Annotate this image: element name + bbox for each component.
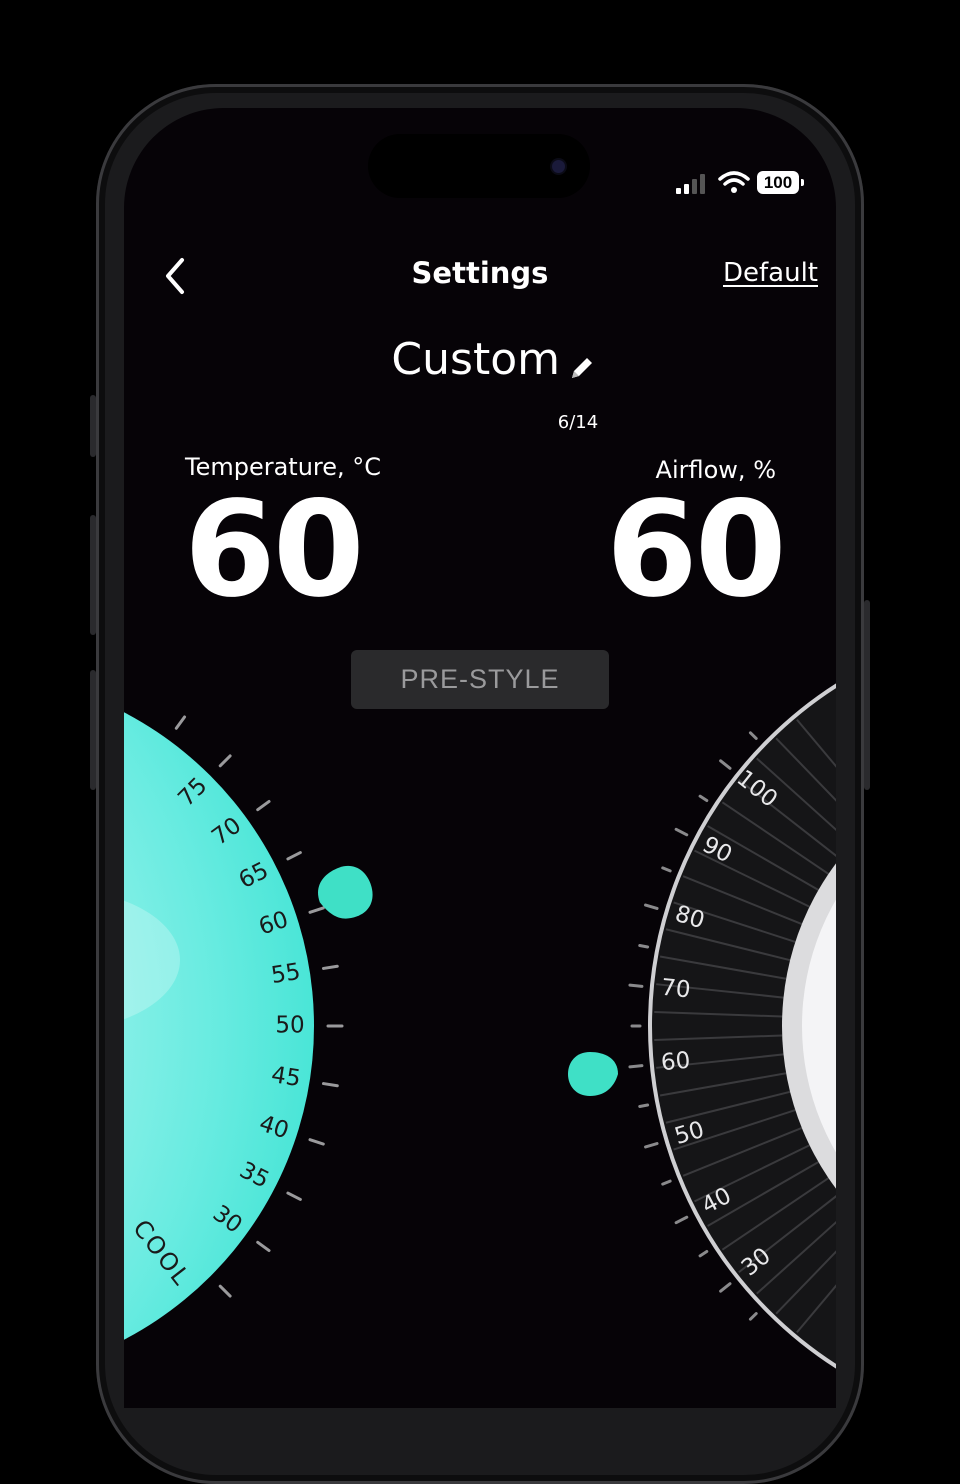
temperature-tick xyxy=(218,754,232,768)
temperature-tick xyxy=(308,906,325,914)
airflow-tick xyxy=(748,731,758,740)
temperature-tick xyxy=(286,1191,302,1201)
airflow-tick xyxy=(644,1142,659,1149)
temperature-tick xyxy=(256,799,271,812)
airflow-tick xyxy=(674,827,689,837)
airflow-tick xyxy=(719,1282,732,1293)
airflow-tick-label: 60 xyxy=(660,1048,692,1077)
airflow-tick xyxy=(748,1312,758,1321)
airflow-tick xyxy=(661,1179,672,1186)
temperature-knob[interactable] xyxy=(311,859,380,926)
airflow-knob[interactable] xyxy=(568,1052,618,1096)
temperature-tick xyxy=(256,1240,271,1253)
temperature-tick xyxy=(174,715,187,730)
airflow-tick xyxy=(674,1215,689,1225)
airflow-tick xyxy=(661,866,672,873)
temperature-tick-label: 55 xyxy=(269,959,302,989)
temperature-dial[interactable] xyxy=(0,672,314,1380)
temperature-tick xyxy=(308,1138,325,1146)
airflow-tick xyxy=(644,903,659,910)
temperature-tick xyxy=(321,1082,339,1088)
airflow-tick xyxy=(638,943,650,949)
airflow-tick xyxy=(628,1064,644,1069)
airflow-tick-label: 70 xyxy=(660,975,692,1004)
dials-layer: 75706560555045403530 COOL 10090807060504… xyxy=(0,672,836,1380)
temperature-tick-label: 50 xyxy=(275,1013,304,1039)
airflow-tick xyxy=(698,794,709,803)
airflow-tick xyxy=(719,759,732,770)
airflow-tick xyxy=(698,1249,709,1258)
temperature-tick xyxy=(218,1284,232,1298)
temperature-tick-label: 45 xyxy=(269,1062,302,1092)
airflow-tick xyxy=(628,983,644,988)
temperature-tick xyxy=(286,851,302,861)
front-camera xyxy=(552,160,565,173)
airflow-tick xyxy=(638,1103,650,1109)
temperature-tick xyxy=(321,964,339,970)
